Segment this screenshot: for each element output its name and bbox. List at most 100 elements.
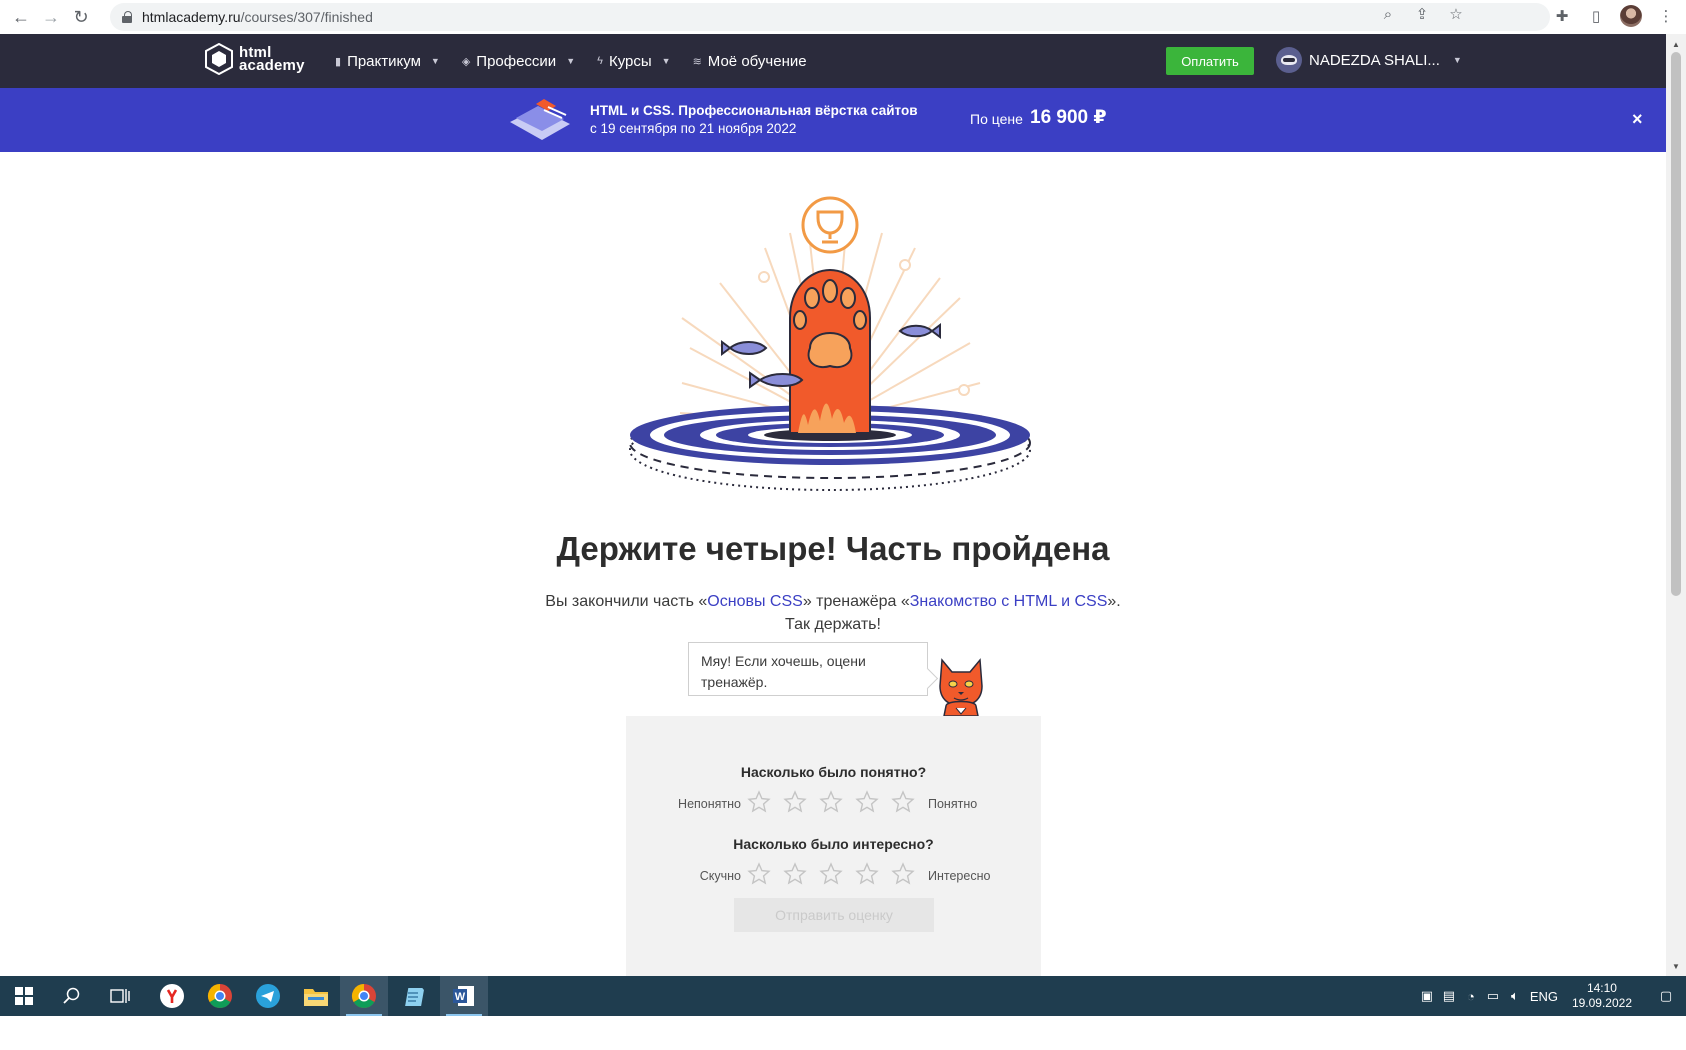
scroll-down-arrow-icon[interactable]: ▼ xyxy=(1666,958,1686,974)
star-icon[interactable] xyxy=(819,790,843,814)
lightning-icon: ϟ xyxy=(597,55,603,67)
scroll-up-arrow-icon[interactable]: ▲ xyxy=(1666,36,1686,52)
star-icon[interactable] xyxy=(747,862,771,886)
star-icon[interactable] xyxy=(855,790,879,814)
reload-icon[interactable]: ↻ xyxy=(68,4,94,30)
completion-text: Вы закончили часть «Основы CSS» тренажёр… xyxy=(0,590,1666,636)
site-header: html academy ▮ Практикум ▼ ◈ Профессии ▼… xyxy=(0,34,1666,88)
chrome-active-icon[interactable] xyxy=(340,976,388,1016)
menu-label: Практикум xyxy=(347,52,421,70)
clarity-question: Насколько было понятно? xyxy=(740,764,927,780)
clock[interactable]: 14:10 19.09.2022 xyxy=(1572,981,1632,1011)
encouragement-text: Так держать! xyxy=(785,616,881,633)
telegram-icon[interactable] xyxy=(244,976,292,1016)
caret-down-icon: ▼ xyxy=(661,56,671,66)
star-icon[interactable] xyxy=(747,790,771,814)
screen-margin xyxy=(0,1016,1686,1050)
cat-speech-bubble: Мяу! Если хочешь, оцени тренажёр. xyxy=(688,642,928,696)
notifications-icon[interactable]: ▢ xyxy=(1646,976,1686,1016)
app-tray-icon[interactable]: ▣ xyxy=(1416,976,1438,1016)
rating-form: Насколько было понятно? Непонятно Понятн… xyxy=(626,716,1041,976)
battery-icon[interactable]: ▭ xyxy=(1482,976,1504,1016)
interest-max-label: Интересно xyxy=(928,869,991,883)
star-icon[interactable] xyxy=(783,790,807,814)
extensions-icon[interactable]: ✚ xyxy=(1552,5,1572,27)
chart-icon: ≋ xyxy=(692,55,702,68)
star-icon[interactable] xyxy=(783,862,807,886)
close-icon[interactable]: × xyxy=(1632,109,1643,130)
volume-icon[interactable]: 🔈︎ xyxy=(1504,976,1526,1016)
promo-dates: с 19 сентября по 21 ноября 2022 xyxy=(590,121,797,136)
star-icon[interactable] xyxy=(855,862,879,886)
yandex-browser-icon[interactable] xyxy=(148,976,196,1016)
clarity-rating-row: Непонятно Понятно xyxy=(626,790,1041,818)
promo-banner[interactable]: HTML и CSS. Профессиональная вёрстка сай… xyxy=(0,88,1666,152)
interest-min-label: Скучно xyxy=(699,869,741,883)
menu-label: Профессии xyxy=(476,52,557,70)
scroll-thumb[interactable] xyxy=(1671,52,1681,596)
system-tray: ▣ ▤ ◔ ▭ 🔈︎ ENG 14:10 19.09.2022 ▢ xyxy=(1416,976,1686,1016)
app-tray-icon[interactable]: ▤ xyxy=(1438,976,1460,1016)
promo-price-label: По цене xyxy=(970,111,1023,127)
star-icon[interactable] xyxy=(891,862,915,886)
site-logo[interactable]: html academy xyxy=(205,43,305,75)
clarity-min-label: Непонятно xyxy=(678,797,741,811)
star-icon[interactable] xyxy=(891,790,915,814)
graduation-cap-icon: ◈ xyxy=(461,55,471,68)
svg-text:W: W xyxy=(455,991,466,1003)
clock-time: 14:10 xyxy=(1586,981,1617,995)
page-scrollbar[interactable]: ▲ ▼ xyxy=(1666,34,1686,976)
caret-down-icon: ▼ xyxy=(566,56,576,66)
lock-icon xyxy=(122,11,132,23)
menu-label: Моё обучение xyxy=(707,52,807,70)
bars-icon: ▮ xyxy=(335,55,342,68)
submit-rating-button[interactable]: Отправить оценку xyxy=(734,898,934,932)
search-icon[interactable] xyxy=(48,976,96,1016)
user-menu[interactable]: NADEZDA SHALI... ▼ xyxy=(1276,47,1462,73)
course-logo-icon xyxy=(510,99,570,140)
windows-taskbar: W ▣ ▤ ◔ ▭ 🔈︎ ENG 14:10 19.09.2022 ▢ xyxy=(0,976,1686,1016)
clarity-max-label: Понятно xyxy=(928,797,978,811)
menu-item-courses[interactable]: ϟ Курсы ▼ xyxy=(597,53,670,70)
page-title: Держите четыре! Часть пройдена xyxy=(556,530,1110,567)
zoom-icon[interactable]: ⌕ xyxy=(1378,4,1398,24)
text-fragment: Вы закончили часть « xyxy=(545,593,708,610)
menu-item-my-learning[interactable]: ≋ Моё обучение xyxy=(693,53,807,70)
file-explorer-icon[interactable] xyxy=(292,976,340,1016)
menu-item-praktikum[interactable]: ▮ Практикум ▼ xyxy=(335,53,440,70)
forward-icon[interactable]: → xyxy=(38,4,64,30)
caret-down-icon: ▼ xyxy=(430,56,440,66)
notepad-icon[interactable] xyxy=(390,976,438,1016)
chrome-icon[interactable] xyxy=(196,976,244,1016)
promo-title: HTML и CSS. Профессиональная вёрстка сай… xyxy=(590,103,918,118)
part-link[interactable]: Основы CSS xyxy=(707,593,803,610)
interest-rating-row: Скучно Интересно xyxy=(626,862,1041,890)
trainer-link[interactable]: Знакомство с HTML и CSS xyxy=(910,593,1108,610)
wifi-icon[interactable]: ◔ xyxy=(1460,976,1482,1016)
language-indicator[interactable]: ENG xyxy=(1526,976,1562,1016)
bookmark-star-icon[interactable]: ☆ xyxy=(1446,4,1466,24)
logo-text-academy: academy xyxy=(239,57,305,74)
caret-down-icon: ▼ xyxy=(1452,55,1462,65)
text-fragment: » тренажёра « xyxy=(802,593,910,610)
share-icon[interactable]: ⇪ xyxy=(1412,4,1432,24)
text-fragment: ». xyxy=(1107,593,1121,610)
back-icon[interactable]: ← xyxy=(8,4,34,30)
windows-logo-icon xyxy=(15,987,33,1005)
browser-toolbar: ← → ↻ htmlacademy.ru/courses/307/finishe… xyxy=(0,0,1686,35)
url-text: htmlacademy.ru/courses/307/finished xyxy=(142,9,373,25)
cat-mascot-icon xyxy=(939,658,983,716)
logo-icon xyxy=(205,43,233,75)
browser-menu-icon[interactable]: ⋮ xyxy=(1656,5,1676,27)
start-button[interactable] xyxy=(0,976,48,1016)
clock-date: 19.09.2022 xyxy=(1571,996,1632,1010)
browser-profile-avatar[interactable] xyxy=(1620,5,1642,27)
menu-item-professions[interactable]: ◈ Профессии ▼ xyxy=(462,53,575,70)
promo-price: 16 900 ₽ xyxy=(1030,107,1107,128)
word-icon[interactable]: W xyxy=(440,976,488,1016)
pay-button[interactable]: Оплатить xyxy=(1166,47,1254,75)
task-view-icon[interactable] xyxy=(96,976,144,1016)
address-bar[interactable]: htmlacademy.ru/courses/307/finished xyxy=(110,3,1550,31)
side-panel-icon[interactable]: ▯ xyxy=(1586,5,1606,27)
star-icon[interactable] xyxy=(819,862,843,886)
